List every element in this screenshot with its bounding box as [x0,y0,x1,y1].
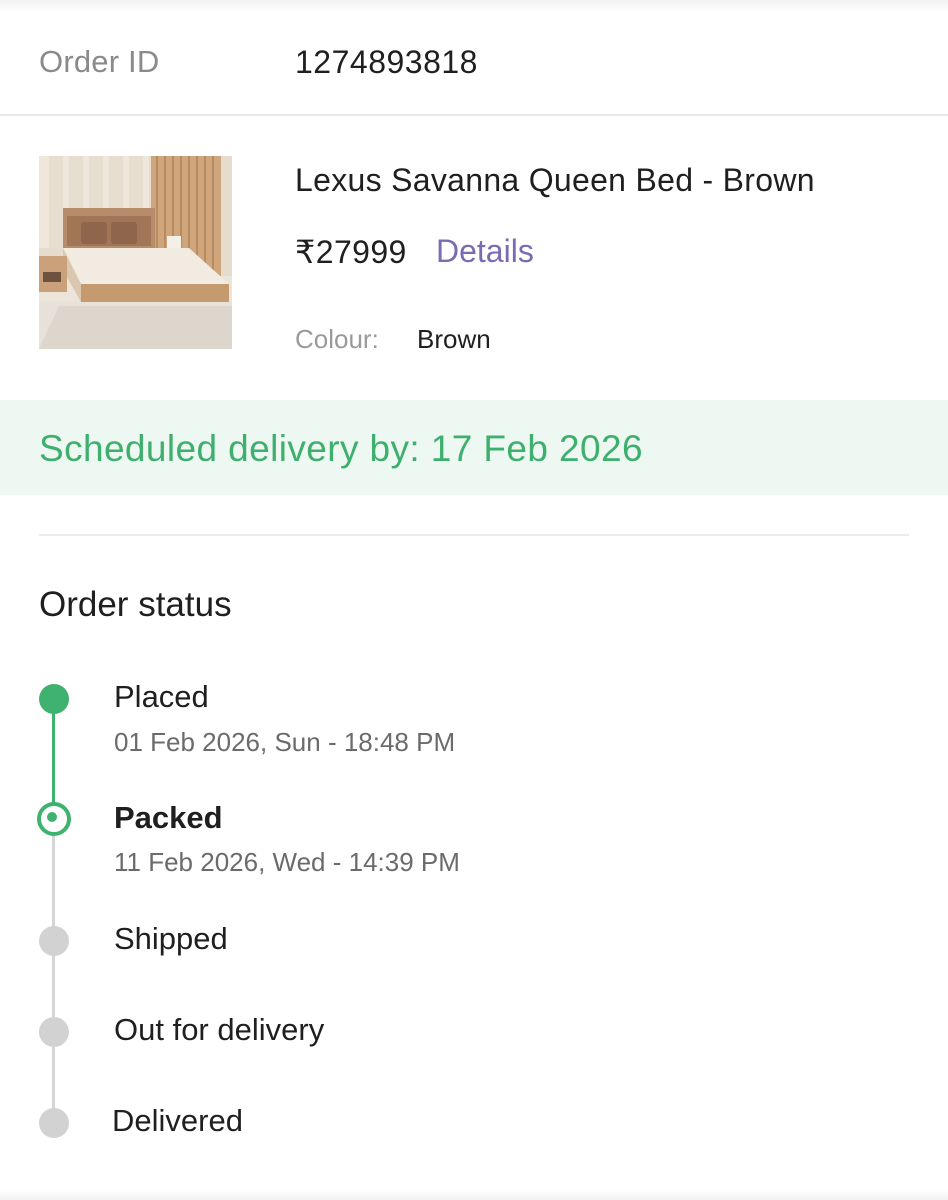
product-image[interactable] [39,156,232,349]
step-shipped-dot-icon [39,926,69,956]
step-packed-dot-icon [37,802,71,836]
order-id-value: 1274893818 [295,44,478,80]
details-link[interactable]: Details [436,233,534,270]
order-id-row: Order ID 1274893818 [0,0,948,116]
step-packed-label: Packed [114,800,223,835]
step-placed-dot-icon [39,684,69,714]
colour-label: Colour: [295,324,379,354]
product-price: ₹27999 [295,234,407,270]
step-delivered-label: Delivered [112,1103,243,1138]
bottom-shadow [0,1190,948,1200]
step-out-for-delivery-label: Out for delivery [114,1012,325,1047]
step-shipped-label: Shipped [114,921,228,956]
colour-value: Brown [417,324,491,354]
section-divider [39,534,909,536]
step-packed-time: 11 Feb 2026, Wed - 14:39 PM [114,847,460,877]
product-title[interactable]: Lexus Savanna Queen Bed - Brown [295,162,815,199]
step-out-for-delivery-dot-icon [39,1017,69,1047]
order-id-label: Order ID [39,44,160,79]
scheduled-delivery-text: Scheduled delivery by: 17 Feb 2026 [39,428,643,469]
timeline-connector-pending [52,836,55,1121]
step-delivered-dot-icon [39,1108,69,1138]
bed-photo-icon [39,156,232,349]
step-placed-time: 01 Feb 2026, Sun - 18:48 PM [114,727,456,757]
order-status-title: Order status [39,585,232,624]
step-placed-label: Placed [114,679,209,714]
delivery-banner: Scheduled delivery by: 17 Feb 2026 [0,400,948,495]
